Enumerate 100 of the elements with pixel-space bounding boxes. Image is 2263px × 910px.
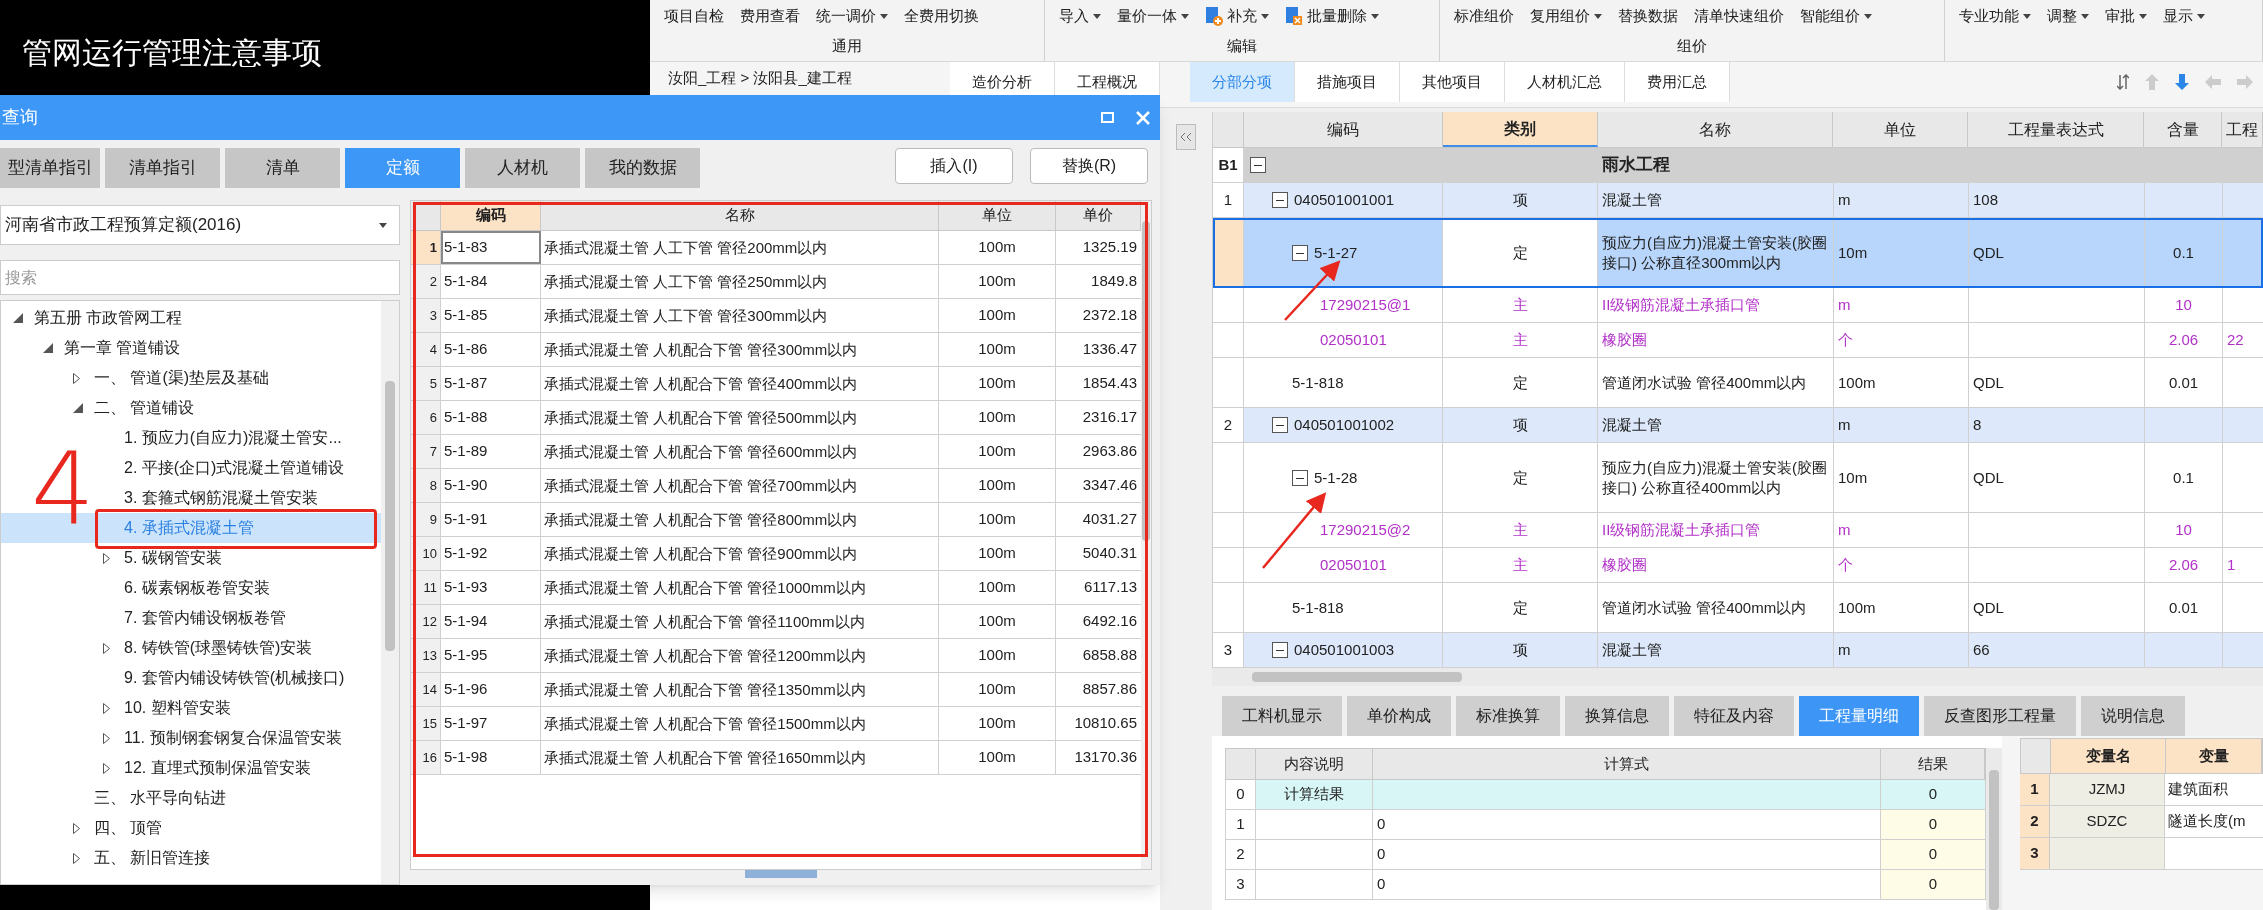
grid-row[interactable]: 3 040501001003 项 混凝土管 m 66 — [1213, 633, 2263, 668]
breadcrumb[interactable]: 汝阳_工程 > 汝阳县_建工程 — [650, 62, 950, 95]
tree-item[interactable]: 四、 顶管 — [1, 813, 381, 843]
ribbon-button[interactable]: 审批 — [2099, 2, 2153, 30]
splitter-handle[interactable] — [745, 870, 817, 878]
grid-row[interactable]: B1 雨水工程 — [1213, 148, 2263, 183]
dialog-button[interactable]: 替换(R) — [1030, 148, 1148, 184]
ribbon-button[interactable]: 量价一体 — [1111, 2, 1195, 30]
quota-row[interactable]: 14 5-1-96 承插式混凝土管 人机配合下管 管径1350mm以内 100m 8857.86 — [411, 673, 1141, 707]
collapse-toggle[interactable] — [1292, 469, 1308, 486]
ribbon-button[interactable]: 复用组价 — [1524, 2, 1608, 30]
quota-row[interactable]: 7 5-1-89 承插式混凝土管 人机配合下管 管径600mm以内 100m 2963.86 — [411, 435, 1141, 469]
grid-row[interactable]: 17290215@1 主 II级钢筋混凝土承插口管 m 10 — [1213, 288, 2263, 323]
vertical-scrollbar[interactable] — [1986, 748, 2002, 910]
tree-item[interactable]: 10. 塑料管安装 — [1, 693, 381, 723]
ribbon-button[interactable]: 智能组价 — [1794, 2, 1878, 30]
detail-tab[interactable]: 单价构成 — [1347, 696, 1451, 736]
dialog-button[interactable]: 插入(I) — [895, 148, 1013, 184]
search-field[interactable]: 搜索 — [0, 260, 400, 295]
document-tab[interactable]: 费用汇总 — [1625, 62, 1730, 102]
column-header[interactable]: 单位 — [939, 201, 1056, 230]
quota-row[interactable]: 5 5-1-87 承插式混凝土管 人机配合下管 管径400mm以内 100m 1854.43 — [411, 367, 1141, 401]
quota-row[interactable]: 8 5-1-90 承插式混凝土管 人机配合下管 管径700mm以内 100m 3347.46 — [411, 469, 1141, 503]
collapsed-caret-icon[interactable] — [103, 642, 110, 654]
dialog-tab[interactable]: 清单 — [225, 148, 340, 188]
column-header[interactable]: 含量 — [2144, 112, 2223, 147]
quota-row[interactable]: 9 5-1-91 承插式混凝土管 人机配合下管 管径800mm以内 100m 4031.27 — [411, 503, 1141, 537]
grid-row[interactable]: 02050101 主 橡胶圈 个 2.06 1 — [1213, 548, 2263, 583]
move-down-icon[interactable] — [2175, 74, 2189, 90]
collapse-toggle[interactable] — [1292, 244, 1308, 261]
collapse-toggle[interactable] — [1250, 157, 1266, 173]
ribbon-button[interactable]: 费用查看 — [734, 2, 806, 30]
expanded-caret-icon[interactable] — [73, 403, 83, 413]
ribbon-button[interactable]: 显示 — [2157, 2, 2211, 30]
tree-item[interactable]: 第一章 管道铺设 — [1, 333, 381, 363]
collapsed-caret-icon[interactable] — [103, 702, 110, 714]
detail-tab[interactable]: 标准换算 — [1456, 696, 1560, 736]
tree-item[interactable]: 5. 碳钢管安装 — [1, 543, 381, 573]
collapse-toggle[interactable] — [1272, 642, 1288, 658]
collapsed-caret-icon[interactable] — [103, 762, 110, 774]
quota-row[interactable]: 16 5-1-98 承插式混凝土管 人机配合下管 管径1650mm以内 100m 13170.36 — [411, 741, 1141, 775]
grid-row[interactable]: 2 040501001002 项 混凝土管 m 8 — [1213, 408, 2263, 443]
ribbon-button[interactable]: 补充 — [1199, 2, 1275, 30]
document-tab[interactable]: 措施项目 — [1295, 62, 1400, 102]
document-tab[interactable]: 人材机汇总 — [1505, 62, 1625, 102]
collapse-panel-button[interactable] — [1176, 124, 1196, 150]
column-header[interactable]: 单位 — [1833, 112, 1969, 147]
tree-item[interactable]: 一、 管道(渠)垫层及基础 — [1, 363, 381, 393]
collapsed-caret-icon[interactable] — [73, 852, 80, 864]
vertical-scrollbar[interactable] — [381, 301, 399, 884]
grid-row[interactable]: 1 040501001001 项 混凝土管 m 108 — [1213, 183, 2263, 218]
grid-row[interactable]: 5-1-818 定 管道闭水试验 管径400mm以内 100m QDL 0.01 — [1213, 358, 2263, 408]
column-header[interactable]: 工程 — [2222, 112, 2263, 147]
detail-tab[interactable]: 反查图形工程量 — [1924, 696, 2076, 736]
detail-tab[interactable]: 特征及内容 — [1674, 696, 1794, 736]
quota-row[interactable]: 10 5-1-92 承插式混凝土管 人机配合下管 管径900mm以内 100m 5040.31 — [411, 537, 1141, 571]
ribbon-button[interactable]: 标准组价 — [1448, 2, 1520, 30]
collapsed-caret-icon[interactable] — [73, 822, 80, 834]
document-tab[interactable]: 其他项目 — [1400, 62, 1505, 102]
variable-description-cell[interactable]: 隧道长度(m — [2165, 806, 2263, 837]
tree-item[interactable]: 五、 新旧管连接 — [1, 843, 381, 873]
dialog-tab[interactable]: 我的数据 — [585, 148, 700, 188]
ribbon-button[interactable]: 统一调价 — [810, 2, 894, 30]
detail-tab[interactable]: 工料机显示 — [1222, 696, 1342, 736]
dialog-tab[interactable]: 人材机 — [465, 148, 580, 188]
ribbon-button[interactable]: 替换数据 — [1612, 2, 1684, 30]
variable-description-cell[interactable]: 建筑面积 — [2165, 774, 2263, 805]
quota-row[interactable]: 11 5-1-93 承插式混凝土管 人机配合下管 管径1000mm以内 100m 6117.13 — [411, 571, 1141, 605]
library-dropdown[interactable]: 河南省市政工程预算定额(2016) — [0, 205, 400, 245]
detail-tab[interactable]: 换算信息 — [1565, 696, 1669, 736]
horizontal-scrollbar[interactable] — [1212, 668, 2263, 686]
column-header[interactable]: 名称 — [541, 201, 939, 230]
ribbon-button[interactable]: 专业功能 — [1953, 2, 2037, 30]
tree-item[interactable]: 12. 直埋式预制保温管安装 — [1, 753, 381, 783]
tree-item[interactable]: 7. 套管内铺设钢板卷管 — [1, 603, 381, 633]
column-header[interactable]: 编码 — [441, 201, 541, 230]
tree-item[interactable]: 三、 水平导向钻进 — [1, 783, 381, 813]
variable-name-cell[interactable]: JZMJ — [2050, 774, 2165, 805]
quota-row[interactable]: 6 5-1-88 承插式混凝土管 人机配合下管 管径500mm以内 100m 2316.17 — [411, 401, 1141, 435]
expanded-caret-icon[interactable] — [13, 313, 23, 323]
dialog-tab[interactable]: 清单指引 — [105, 148, 220, 188]
variable-name-cell[interactable]: SDZC — [2050, 806, 2165, 837]
column-header[interactable]: 工程量表达式 — [1968, 112, 2145, 147]
quota-row[interactable]: 2 5-1-84 承插式混凝土管 人工下管 管径250mm以内 100m 1849.8 — [411, 265, 1141, 299]
column-header[interactable]: 类别 — [1442, 112, 1598, 147]
collapse-toggle[interactable] — [1272, 417, 1288, 433]
close-icon[interactable] — [1136, 110, 1150, 125]
grid-row[interactable]: 17290215@2 主 II级钢筋混凝土承插口管 m 10 — [1213, 513, 2263, 548]
quota-row[interactable]: 1 5-1-83 承插式混凝土管 人工下管 管径200mm以内 100m 1325.19 — [411, 231, 1141, 265]
sort-icon[interactable] — [2117, 74, 2129, 90]
ribbon-button[interactable]: 调整 — [2041, 2, 2095, 30]
column-header[interactable]: 名称 — [1597, 112, 1834, 147]
ribbon-button[interactable]: 全费用切换 — [898, 2, 985, 30]
quota-row[interactable]: 12 5-1-94 承插式混凝土管 人机配合下管 管径1100mm以内 100m 6492.16 — [411, 605, 1141, 639]
ribbon-button[interactable]: 批量删除 — [1279, 2, 1385, 30]
vertical-scrollbar[interactable] — [1141, 201, 1151, 869]
ribbon-button[interactable]: 项目自检 — [658, 2, 730, 30]
quota-row[interactable]: 4 5-1-86 承插式混凝土管 人机配合下管 管径300mm以内 100m 1336.47 — [411, 333, 1141, 367]
grid-row[interactable]: 02050101 主 橡胶圈 个 2.06 22 — [1213, 323, 2263, 358]
tree-item[interactable]: 第五册 市政管网工程 — [1, 303, 381, 333]
